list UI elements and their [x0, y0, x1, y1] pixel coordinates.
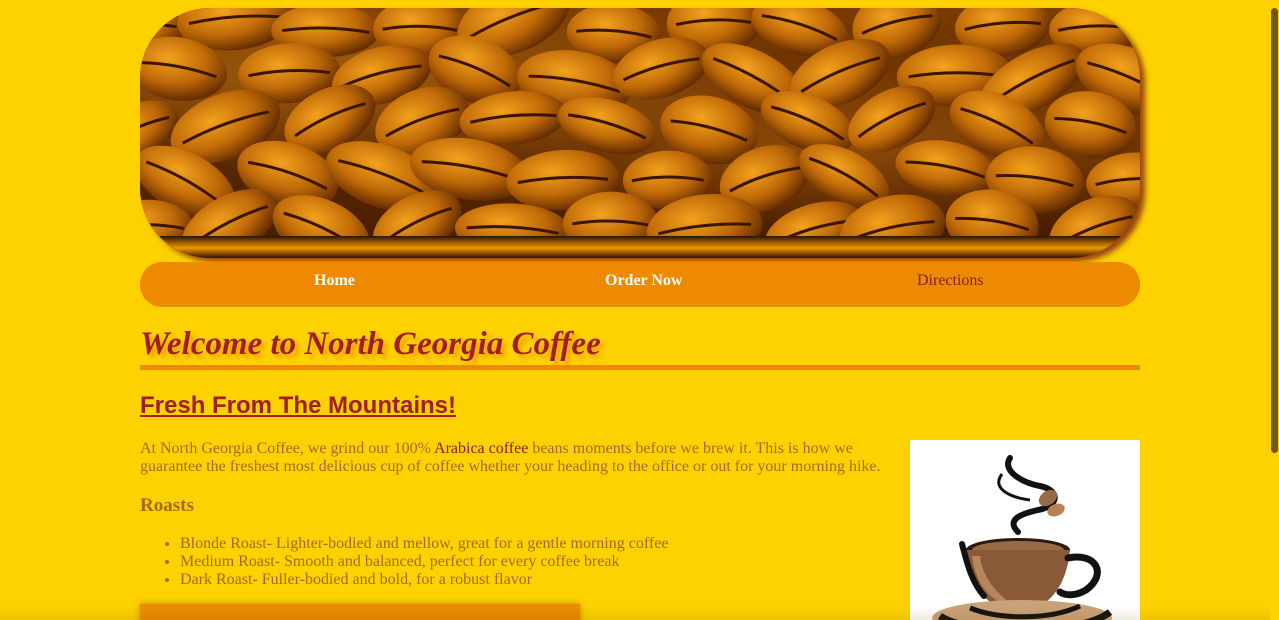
roast-item-medium: Medium Roast- Smooth and balanced, perfe… — [180, 553, 668, 571]
coffee-cup-icon — [932, 455, 1113, 620]
roasts-list: Blonde Roast- Lighter-bodied and mellow,… — [140, 535, 668, 589]
header-banner — [140, 8, 1140, 258]
page-title: Welcome to North Georgia Coffee — [140, 326, 601, 362]
intro-text-start: At North Georgia Coffee, we grind our 10… — [140, 440, 435, 457]
arabica-coffee-link[interactable]: Arabica coffee — [434, 440, 528, 457]
nav-order-now-link[interactable]: Order Now — [605, 272, 682, 290]
roast-item-dark: Dark Roast- Fuller-bodied and bold, for … — [180, 571, 668, 589]
nav-home-link[interactable]: Home — [314, 272, 355, 290]
roast-item-blonde: Blonde Roast- Lighter-bodied and mellow,… — [180, 535, 668, 553]
coffee-cup-image — [910, 440, 1140, 620]
banner-bottom-strip — [140, 236, 1140, 258]
section-subtitle: Fresh From The Mountains! — [140, 392, 457, 419]
title-divider — [140, 365, 1140, 370]
coffee-beans-image — [140, 8, 1140, 236]
nav-directions-link[interactable]: Directions — [917, 272, 984, 290]
main-nav: Home Order Now Directions — [140, 262, 1140, 307]
roasts-heading: Roasts — [140, 495, 194, 516]
scrollbar[interactable] — [1270, 0, 1279, 620]
scrollbar-thumb[interactable] — [1271, 8, 1278, 453]
order-panel — [140, 604, 580, 620]
page: Home Order Now Directions Welcome to Nor… — [0, 0, 1279, 620]
intro-paragraph: At North Georgia Coffee, we grind our 10… — [140, 440, 890, 476]
